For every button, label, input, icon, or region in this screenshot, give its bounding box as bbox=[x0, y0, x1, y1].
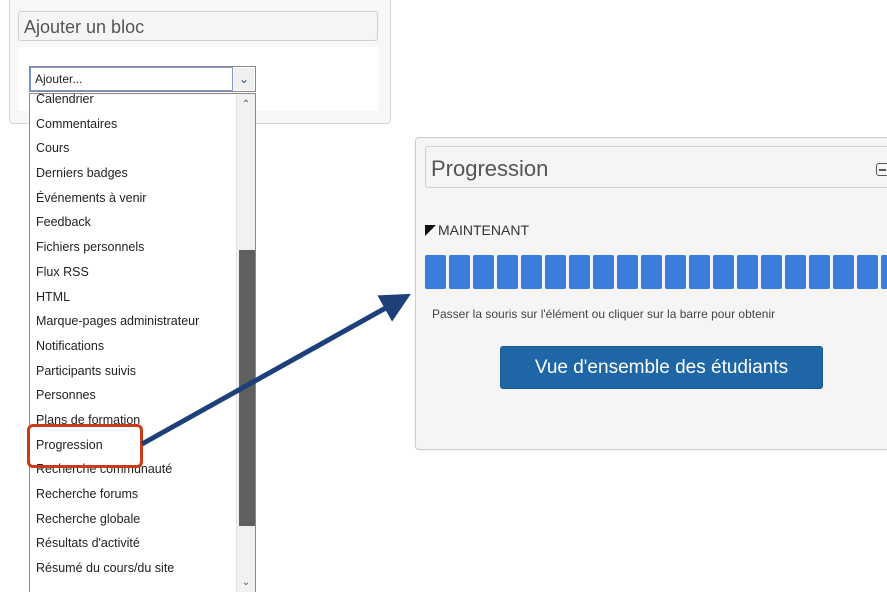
scrollbar-thumb[interactable] bbox=[239, 250, 255, 526]
progress-cell[interactable] bbox=[425, 255, 446, 289]
option-participants-suivis[interactable]: Participants suivis bbox=[30, 359, 199, 384]
caret-up-icon[interactable]: ⌃ bbox=[237, 98, 255, 112]
progress-cell[interactable] bbox=[449, 255, 470, 289]
caret-down-icon[interactable]: ⌄ bbox=[237, 576, 255, 590]
progress-cell[interactable] bbox=[833, 255, 854, 289]
progress-cell[interactable] bbox=[473, 255, 494, 289]
chevron-down-icon[interactable]: ⌄ bbox=[234, 68, 254, 90]
progress-cell[interactable] bbox=[593, 255, 614, 289]
option-commentaires[interactable]: Commentaires bbox=[30, 112, 199, 137]
progress-cell[interactable] bbox=[569, 255, 590, 289]
progress-cell[interactable] bbox=[641, 255, 662, 289]
progress-cell[interactable] bbox=[809, 255, 830, 289]
progress-cell[interactable] bbox=[713, 255, 734, 289]
progress-cell[interactable] bbox=[617, 255, 638, 289]
option-personnes[interactable]: Personnes bbox=[30, 383, 199, 408]
progress-cell[interactable] bbox=[689, 255, 710, 289]
option-notifications[interactable]: Notifications bbox=[30, 334, 199, 359]
progress-cell[interactable] bbox=[545, 255, 566, 289]
option-resume-du-cours[interactable]: Résumé du cours/du site bbox=[30, 556, 199, 581]
option-derniers-badges[interactable]: Derniers badges bbox=[30, 161, 199, 186]
progression-block: Progression MAINTENANT Passer la souris … bbox=[415, 137, 887, 450]
student-overview-button[interactable]: Vue d'ensemble des étudiants bbox=[500, 346, 823, 389]
options-list: Calendrier Commentaires Cours Derniers b… bbox=[30, 94, 199, 581]
option-cours[interactable]: Cours bbox=[30, 136, 199, 161]
minus-square-icon[interactable] bbox=[876, 163, 887, 176]
progress-cell[interactable] bbox=[857, 255, 878, 289]
now-label: MAINTENANT bbox=[438, 222, 529, 238]
dropdown-scrollbar[interactable]: ⌃ ⌄ bbox=[236, 94, 255, 592]
progression-highlight-box bbox=[27, 424, 143, 468]
add-block-select[interactable]: Ajouter... ⌄ bbox=[29, 66, 256, 92]
progression-block-title: Progression bbox=[431, 156, 549, 181]
progress-cell[interactable] bbox=[497, 255, 518, 289]
option-html[interactable]: HTML bbox=[30, 285, 199, 310]
option-fichiers-personnels[interactable]: Fichiers personnels bbox=[30, 235, 199, 260]
option-evenements-a-venir[interactable]: Événements à venir bbox=[30, 186, 199, 211]
select-current-value[interactable]: Ajouter... bbox=[30, 67, 233, 91]
add-block-header: Ajouter un bloc bbox=[18, 11, 378, 41]
triangle-marker-icon bbox=[425, 225, 436, 236]
progress-cell[interactable] bbox=[761, 255, 782, 289]
option-recherche-globale[interactable]: Recherche globale bbox=[30, 507, 199, 532]
option-recherche-forums[interactable]: Recherche forums bbox=[30, 482, 199, 507]
option-calendrier[interactable]: Calendrier bbox=[30, 94, 199, 112]
option-resultats-activite[interactable]: Résultats d'activité bbox=[30, 531, 199, 556]
progress-cell[interactable] bbox=[785, 255, 806, 289]
now-indicator: MAINTENANT bbox=[425, 222, 529, 238]
progress-cell[interactable] bbox=[521, 255, 542, 289]
progression-block-header: Progression bbox=[425, 146, 887, 188]
progress-cell[interactable] bbox=[665, 255, 686, 289]
add-block-title: Ajouter un bloc bbox=[24, 17, 145, 37]
option-marque-pages-administrateur[interactable]: Marque-pages administrateur bbox=[30, 309, 199, 334]
progress-bar[interactable] bbox=[425, 255, 887, 289]
option-feedback[interactable]: Feedback bbox=[30, 210, 199, 235]
progress-info-text: Passer la souris sur l'élément ou clique… bbox=[432, 307, 776, 321]
progress-cell[interactable] bbox=[737, 255, 758, 289]
progress-cell[interactable] bbox=[881, 255, 887, 289]
block-options-dropdown[interactable]: Calendrier Commentaires Cours Derniers b… bbox=[29, 93, 256, 592]
option-flux-rss[interactable]: Flux RSS bbox=[30, 260, 199, 285]
